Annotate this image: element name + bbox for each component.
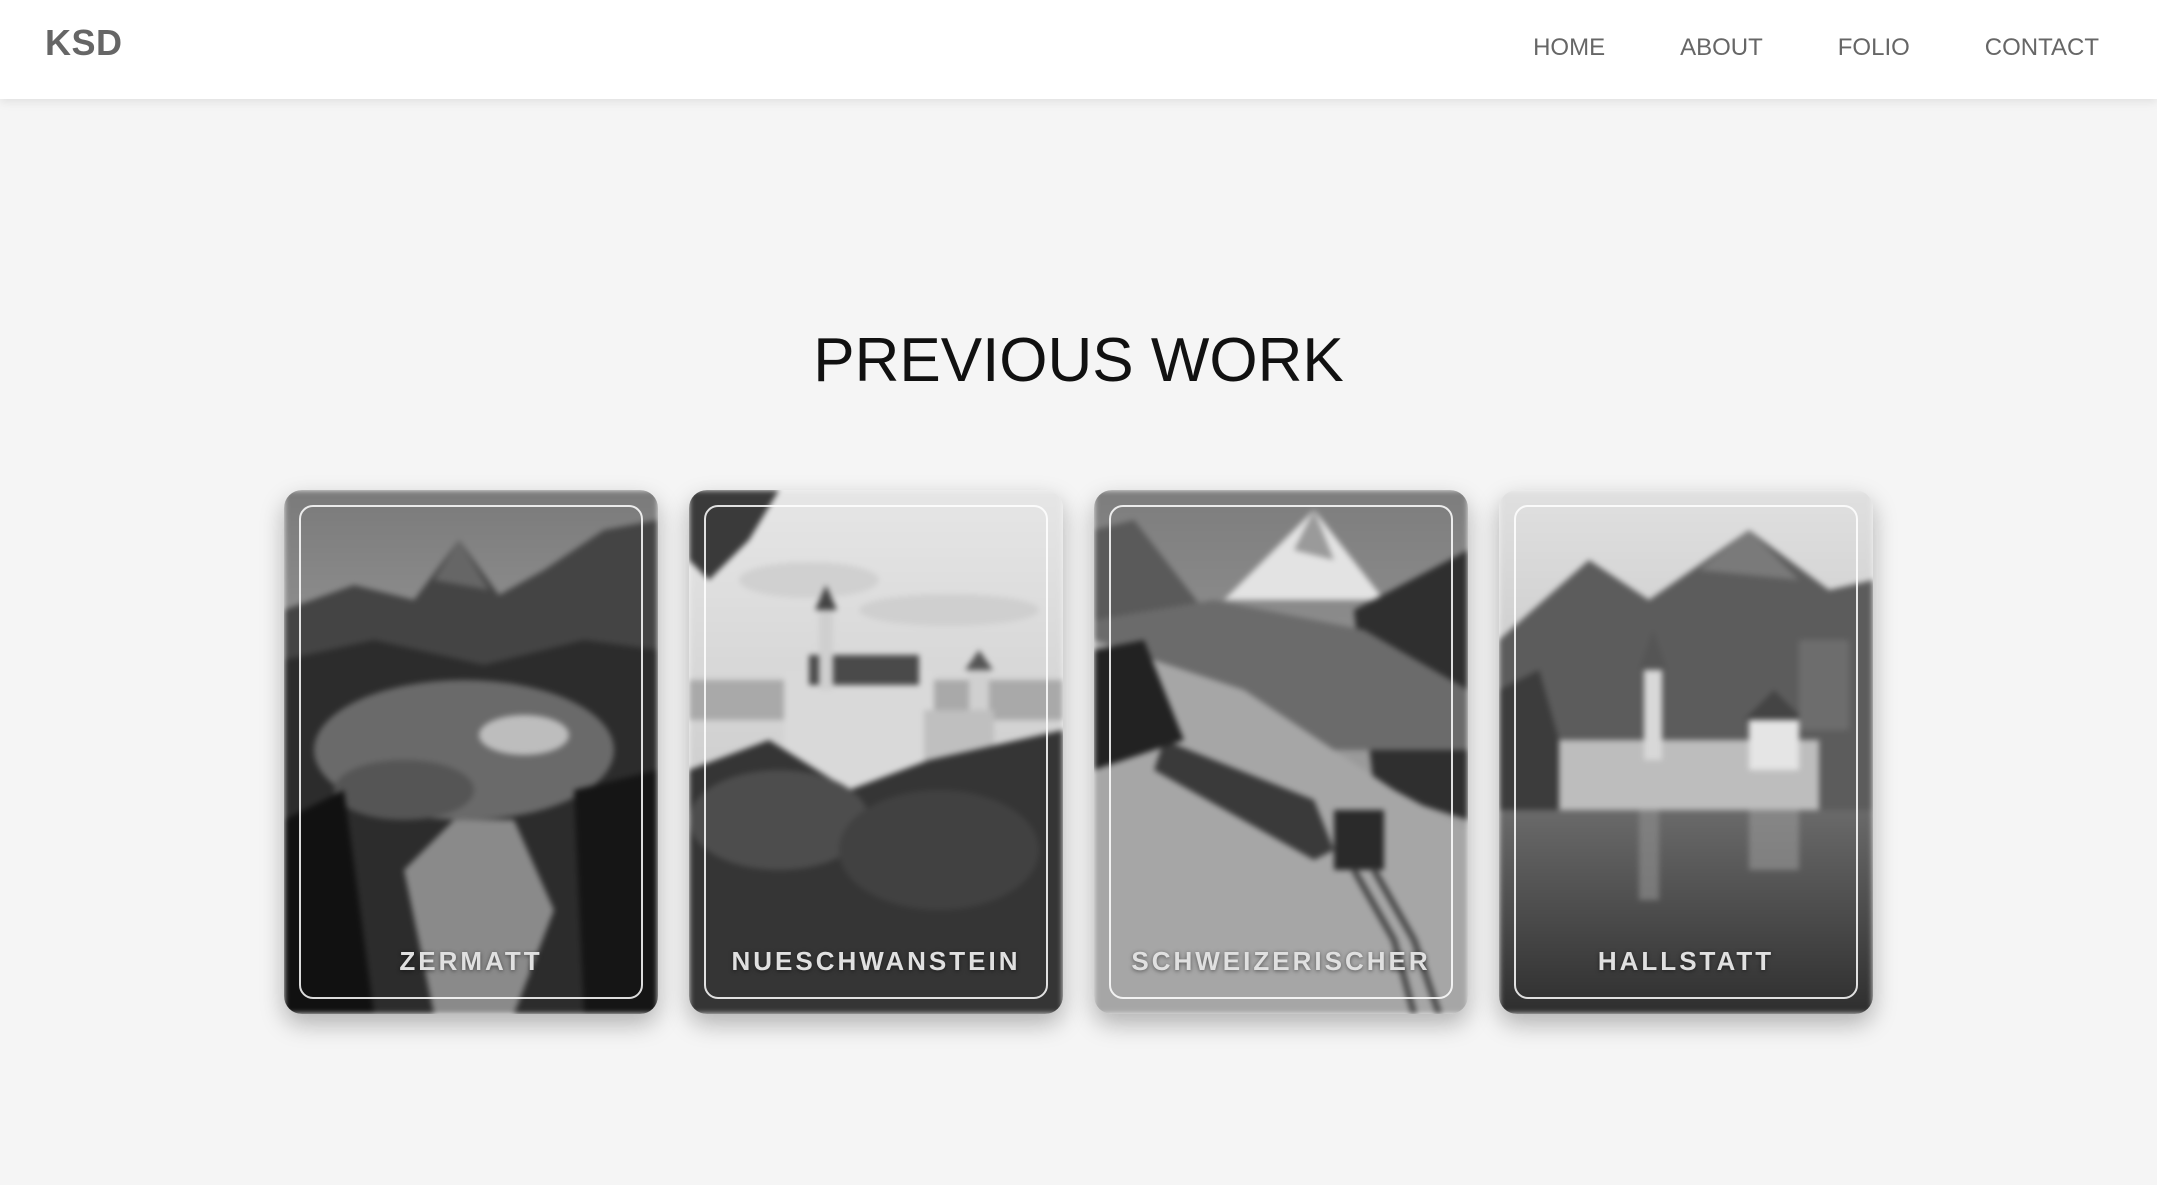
- logo[interactable]: KSD: [45, 22, 123, 64]
- card-label: SCHWEIZERISCHER: [1131, 946, 1431, 976]
- card-label: ZERMATT: [399, 946, 543, 976]
- portfolio-card-hallstatt[interactable]: HALLSTATT: [1499, 490, 1873, 1014]
- nav-link-about[interactable]: ABOUT: [1680, 34, 1763, 62]
- portfolio-card-zermatt[interactable]: ZERMATT: [284, 490, 658, 1014]
- card-label: HALLSTATT: [1597, 946, 1775, 976]
- nav-links: HOME ABOUT FOLIO CONTACT: [1533, 34, 2099, 62]
- portfolio-card-nueschwanstein[interactable]: NUESCHWANSTEIN: [689, 490, 1063, 1014]
- nav-link-folio[interactable]: FOLIO: [1838, 34, 1910, 62]
- card-label: NUESCHWANSTEIN: [731, 946, 1021, 976]
- portfolio-card-schweizerischer[interactable]: SCHWEIZERISCHER: [1094, 490, 1468, 1014]
- hallstatt-image: [1499, 490, 1873, 1014]
- nueschwanstein-image: [689, 490, 1063, 1014]
- portfolio-cards: ZERMATT NUESCHWANSTEIN SCHWEIZERISCHER H…: [284, 490, 1873, 1014]
- zermatt-image: [284, 490, 658, 1014]
- schweizerischer-image: [1094, 490, 1468, 1014]
- nav-link-home[interactable]: HOME: [1533, 34, 1605, 62]
- page-title: PREVIOUS WORK: [813, 326, 1344, 395]
- nav-link-contact[interactable]: CONTACT: [1985, 34, 2099, 62]
- navbar: KSD HOME ABOUT FOLIO CONTACT: [0, 0, 2157, 99]
